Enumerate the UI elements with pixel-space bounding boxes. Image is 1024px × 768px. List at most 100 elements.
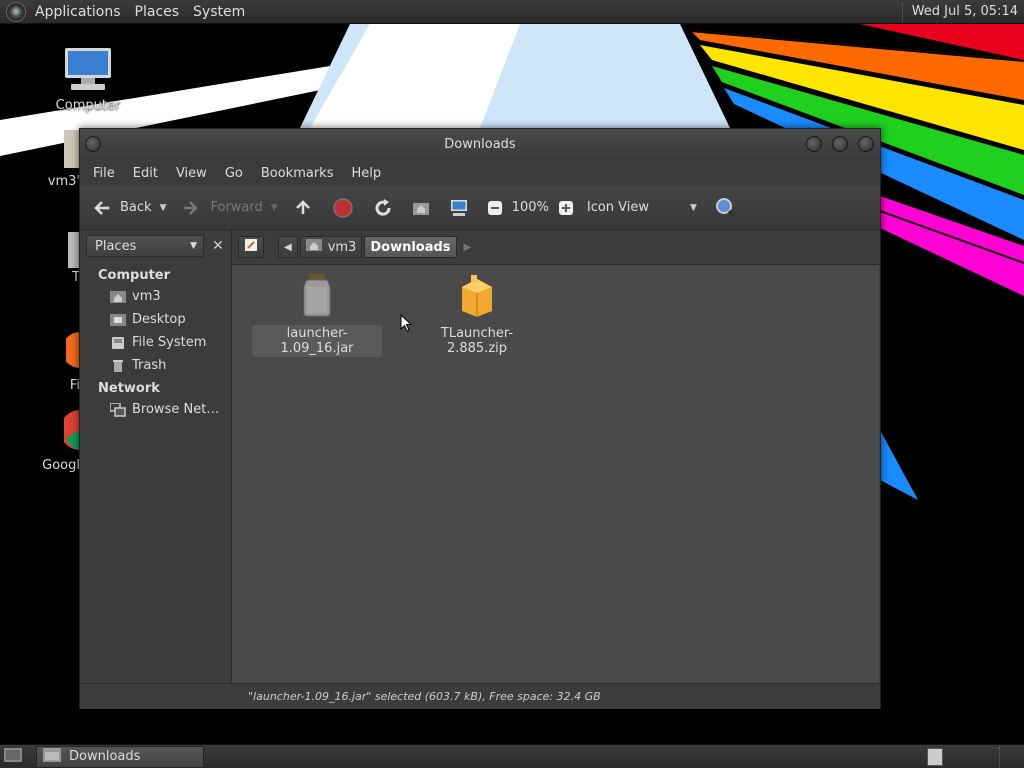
- taskbar-item-label: Downloads: [69, 749, 141, 764]
- home-icon: [305, 238, 322, 256]
- pathbar-crumb-downloads[interactable]: Downloads: [364, 236, 457, 258]
- desktop-icon-trash[interactable]: T: [40, 230, 80, 285]
- sidebar-item-browse-network[interactable]: Browse Net…: [80, 398, 231, 421]
- pathbar-crumb-vm3[interactable]: vm3: [299, 236, 363, 258]
- computer-button[interactable]: [444, 193, 474, 223]
- sidebar-pane-value: Places: [95, 238, 137, 254]
- search-icon: [715, 197, 737, 219]
- up-arrow-icon: [292, 197, 314, 219]
- window-title: Downloads: [444, 137, 516, 152]
- workspace-switcher[interactable]: [927, 747, 943, 766]
- home-icon: [410, 197, 432, 219]
- sidebar-item-trash[interactable]: Trash: [80, 354, 231, 377]
- jar-icon: [252, 273, 382, 321]
- home-button[interactable]: [406, 193, 436, 223]
- trash-icon: [110, 358, 126, 374]
- menu-view[interactable]: View: [167, 166, 216, 181]
- toggle-location-entry-button[interactable]: [238, 236, 264, 258]
- pathbar-scroll-right[interactable]: ▶: [459, 236, 477, 258]
- desktop-icon-chrome[interactable]: Googl: [30, 408, 80, 473]
- zoom-in-button[interactable]: [551, 193, 581, 223]
- maximize-button[interactable]: [832, 136, 848, 152]
- view-mode-select[interactable]: Icon View ▼: [583, 193, 701, 223]
- sidebar-item-label: Desktop: [132, 312, 186, 327]
- main-pane: ◀ vm3 Downloads ▶ launcher-1.09_16.jar T…: [232, 230, 880, 683]
- file-name-label: TLauncher-2.885.zip: [440, 326, 514, 356]
- chevron-right-icon: ▶: [463, 241, 472, 253]
- home-folder-icon: [64, 130, 80, 172]
- close-button[interactable]: [858, 136, 874, 152]
- sidebar-header: Places ▼ ✕: [80, 230, 231, 262]
- close-sidebar-icon[interactable]: ✕: [210, 238, 226, 254]
- menu-file[interactable]: File: [84, 166, 124, 181]
- reload-button[interactable]: [368, 193, 398, 223]
- sidebar-item-label: Browse Net…: [132, 402, 220, 417]
- window-titlebar[interactable]: Downloads: [80, 129, 880, 160]
- sidebar-item-file-system[interactable]: File System: [80, 331, 231, 354]
- archive-icon: [412, 273, 542, 321]
- sidebar-item-desktop[interactable]: Desktop: [80, 308, 231, 331]
- toolbar: Back ▼ Forward ▼ 100% Icon View ▼: [80, 186, 880, 230]
- file-icon-view[interactable]: launcher-1.09_16.jar TLauncher-2.885.zip: [232, 264, 879, 683]
- system-menu[interactable]: System: [186, 0, 252, 24]
- chrome-icon: [60, 408, 80, 456]
- computer-icon: [448, 197, 470, 219]
- places-menu[interactable]: Places: [128, 0, 187, 24]
- file-name-label: launcher-1.09_16.jar: [252, 325, 382, 357]
- distro-logo-icon[interactable]: ◉: [6, 1, 26, 22]
- show-desktop-icon: [4, 747, 22, 767]
- desktop-icon: [110, 312, 126, 328]
- back-arrow-icon: [90, 197, 112, 219]
- network-icon: [110, 402, 126, 418]
- menu-help[interactable]: Help: [342, 166, 390, 181]
- forward-button[interactable]: Forward ▼: [176, 193, 281, 223]
- forward-history-dropdown-icon[interactable]: ▼: [271, 203, 278, 213]
- bottom-panel: Downloads: [0, 744, 1024, 768]
- desktop-icon-firefox[interactable]: Fi: [40, 330, 80, 393]
- forward-arrow-icon: [180, 197, 202, 219]
- applications-menu[interactable]: Applications: [28, 0, 128, 24]
- zoom-out-icon: [484, 197, 506, 219]
- menu-edit[interactable]: Edit: [124, 166, 167, 181]
- clock[interactable]: Wed Jul 5, 05:14: [904, 4, 1024, 19]
- sidebar-item-label: Trash: [132, 358, 167, 373]
- back-history-dropdown-icon[interactable]: ▼: [160, 203, 167, 213]
- search-button[interactable]: [711, 193, 741, 223]
- sidebar-item-label: File System: [132, 335, 207, 350]
- show-desktop-button[interactable]: [2, 747, 24, 767]
- desktop-icon-label: vm3': [47, 174, 80, 189]
- desktop-icon-label: Fi: [69, 378, 80, 393]
- taskbar-item-downloads[interactable]: Downloads: [36, 745, 204, 768]
- crumb-label: vm3: [327, 239, 357, 255]
- zoom-in-icon: [555, 197, 577, 219]
- minimize-button[interactable]: [806, 136, 822, 152]
- file-item-zip[interactable]: TLauncher-2.885.zip: [412, 273, 542, 357]
- statusbar: "launcher-1.09_16.jar" selected (603.7 k…: [80, 683, 880, 709]
- reload-icon: [372, 197, 394, 219]
- forward-label: Forward: [210, 200, 263, 215]
- sidebar-pane-select[interactable]: Places ▼: [86, 235, 204, 257]
- desktop-icon-home[interactable]: vm3': [34, 130, 80, 189]
- desktop-icon-computer[interactable]: Computer: [48, 46, 128, 113]
- menu-bookmarks[interactable]: Bookmarks: [252, 166, 343, 181]
- back-button[interactable]: Back ▼: [86, 193, 170, 223]
- pathbar-scroll-left[interactable]: ◀: [278, 236, 298, 258]
- file-manager-window: Downloads File Edit View Go Bookmarks He…: [79, 128, 881, 709]
- file-item-jar[interactable]: launcher-1.09_16.jar: [252, 273, 382, 357]
- crumb-label: Downloads: [370, 239, 451, 255]
- sidebar-item-vm3[interactable]: vm3: [80, 285, 231, 308]
- mouse-cursor-icon: [400, 314, 412, 332]
- window-body: Places ▼ ✕ Computer vm3 Desktop File Sys…: [80, 230, 880, 683]
- computer-icon: [48, 46, 128, 96]
- window-menu-button[interactable]: [85, 136, 101, 152]
- sidebar-section-computer: Computer: [98, 268, 171, 283]
- sidebar-item-label: vm3: [132, 289, 161, 304]
- menu-go[interactable]: Go: [216, 166, 252, 181]
- view-mode-dropdown-icon: ▼: [689, 202, 697, 213]
- stop-button[interactable]: [328, 193, 358, 223]
- view-mode-value: Icon View: [586, 200, 650, 215]
- up-button[interactable]: [288, 193, 318, 223]
- drive-icon: [110, 335, 126, 351]
- zoom-out-button[interactable]: [480, 193, 510, 223]
- location-pathbar: ◀ vm3 Downloads ▶: [232, 230, 880, 264]
